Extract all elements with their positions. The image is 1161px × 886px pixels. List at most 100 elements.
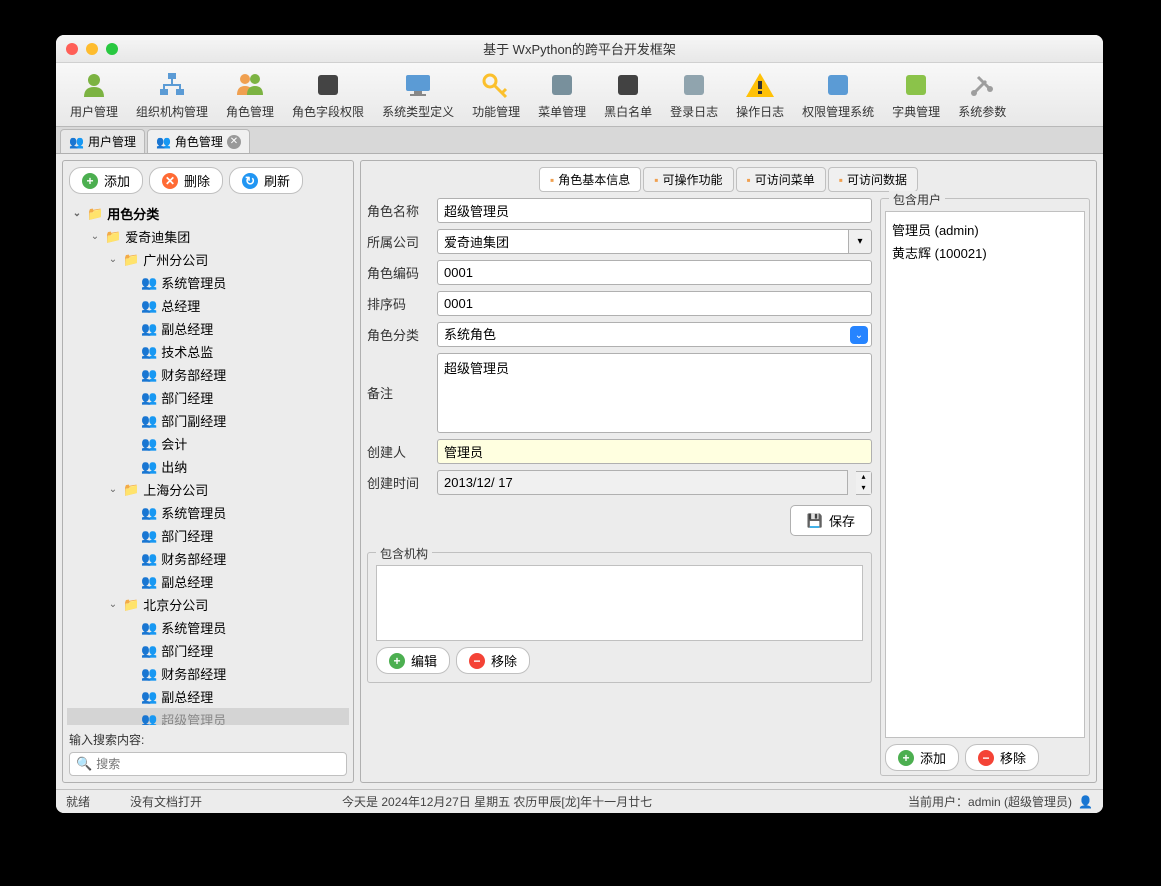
expander-icon[interactable]: ⌄ xyxy=(89,231,101,242)
tree-node[interactable]: ⌄📁北京分公司 xyxy=(67,593,349,616)
tree-node[interactable]: 👥部门经理 xyxy=(67,524,349,547)
toolbar-dict[interactable]: 字典管理 xyxy=(884,67,948,122)
tree-node[interactable]: 👥系统管理员 xyxy=(67,616,349,639)
tree-node[interactable]: 👥副总经理 xyxy=(67,570,349,593)
spin-down-icon[interactable]: ▾ xyxy=(856,483,871,494)
doc-tab[interactable]: 👥用户管理 xyxy=(60,129,145,153)
company-input[interactable] xyxy=(437,229,848,254)
people-icon: 👥 xyxy=(141,574,157,590)
subtab[interactable]: ▪可访问数据 xyxy=(828,167,918,192)
blacklist-icon xyxy=(612,69,644,101)
people-icon: 👥 xyxy=(141,344,157,360)
sort-code-label: 排序码 xyxy=(367,294,429,313)
tree-node[interactable]: ⌄📁用色分类 xyxy=(67,202,349,225)
toolbar-traffic[interactable]: 角色字段权限 xyxy=(284,67,372,122)
people-icon: 👥 xyxy=(141,298,157,314)
delete-button[interactable]: ✕删除 xyxy=(149,167,223,194)
tree-node[interactable]: 👥总经理 xyxy=(67,294,349,317)
doc-tab[interactable]: 👥角色管理✕ xyxy=(147,129,250,153)
org-icon xyxy=(156,69,188,101)
toolbar-keys[interactable]: 功能管理 xyxy=(464,67,528,122)
tree-node[interactable]: 👥部门经理 xyxy=(67,386,349,409)
tree-node[interactable]: 👥副总经理 xyxy=(67,317,349,340)
tree-node[interactable]: 👥超级管理员 xyxy=(67,708,349,725)
tree-node[interactable]: ⌄📁上海分公司 xyxy=(67,478,349,501)
expander-icon[interactable]: ⌄ xyxy=(71,208,83,219)
user-icon: 👤 xyxy=(1078,795,1093,809)
org-edit-button[interactable]: +编辑 xyxy=(376,647,450,674)
folder-icon: 📁 xyxy=(123,482,139,498)
subtab[interactable]: ▪可访问菜单 xyxy=(736,167,826,192)
remark-textarea[interactable]: 超级管理员 xyxy=(437,353,872,433)
toolbar-perm[interactable]: 权限管理系统 xyxy=(794,67,882,122)
toolbar-monitor[interactable]: 系统类型定义 xyxy=(374,67,462,122)
role-tree[interactable]: ⌄📁用色分类⌄📁爱奇迪集团⌄📁广州分公司👥系统管理员👥总经理👥副总经理👥技术总监… xyxy=(63,200,353,725)
user-list[interactable]: 管理员 (admin)黄志辉 (100021) xyxy=(885,211,1085,738)
subtab[interactable]: ▪可操作功能 xyxy=(643,167,733,192)
menu-icon xyxy=(546,69,578,101)
user-add-button[interactable]: +添加 xyxy=(885,744,959,771)
tree-node[interactable]: ⌄📁爱奇迪集团 xyxy=(67,225,349,248)
left-panel: +添加 ✕删除 ↻刷新 ⌄📁用色分类⌄📁爱奇迪集团⌄📁广州分公司👥系统管理员👥总… xyxy=(62,160,354,783)
tab-icon: ▪ xyxy=(654,173,658,187)
role-code-input[interactable] xyxy=(437,260,872,285)
toolbar-blacklist[interactable]: 黑白名单 xyxy=(596,67,660,122)
create-time-label: 创建时间 xyxy=(367,473,429,492)
toolbar-roles[interactable]: 角色管理 xyxy=(218,67,282,122)
people-icon: 👥 xyxy=(141,551,157,567)
date-spinner[interactable]: ▴▾ xyxy=(856,471,872,495)
dict-icon xyxy=(900,69,932,101)
toolbar-user[interactable]: 用户管理 xyxy=(62,67,126,122)
tree-node[interactable]: 👥财务部经理 xyxy=(67,662,349,685)
expander-icon[interactable]: ⌄ xyxy=(107,599,119,610)
monitor-icon xyxy=(402,69,434,101)
tree-node[interactable]: 👥财务部经理 xyxy=(67,363,349,386)
folder-icon: 📁 xyxy=(87,206,103,222)
people-icon: 👥 xyxy=(141,436,157,452)
people-icon: 👥 xyxy=(141,321,157,337)
toolbar-tools[interactable]: 系统参数 xyxy=(950,67,1014,122)
search-input[interactable] xyxy=(96,757,340,771)
company-label: 所属公司 xyxy=(367,232,429,251)
tree-node[interactable]: 👥财务部经理 xyxy=(67,547,349,570)
add-button[interactable]: +添加 xyxy=(69,167,143,194)
role-category-select[interactable]: 系统角色 xyxy=(437,322,872,347)
save-button[interactable]: 💾保存 xyxy=(790,505,872,536)
tree-node[interactable]: 👥副总经理 xyxy=(67,685,349,708)
plus-icon: + xyxy=(389,653,405,669)
user-remove-button[interactable]: −移除 xyxy=(965,744,1039,771)
search-area: 输入搜索内容: 🔍 xyxy=(63,725,353,782)
toolbar-log[interactable]: 登录日志 xyxy=(662,67,726,122)
org-list[interactable] xyxy=(376,565,863,641)
toolbar-menu[interactable]: 菜单管理 xyxy=(530,67,594,122)
tree-node[interactable]: 👥部门副经理 xyxy=(67,409,349,432)
search-label: 输入搜索内容: xyxy=(69,731,347,748)
expander-icon[interactable]: ⌄ xyxy=(107,484,119,495)
tree-node[interactable]: 👥技术总监 xyxy=(67,340,349,363)
org-remove-button[interactable]: −移除 xyxy=(456,647,530,674)
close-icon[interactable]: ✕ xyxy=(227,135,241,149)
keys-icon xyxy=(480,69,512,101)
tree-node[interactable]: 👥系统管理员 xyxy=(67,271,349,294)
tree-node[interactable]: 👥系统管理员 xyxy=(67,501,349,524)
user-list-item[interactable]: 黄志辉 (100021) xyxy=(892,241,1078,264)
subtab[interactable]: ▪角色基本信息 xyxy=(539,167,641,192)
tree-node[interactable]: 👥会计 xyxy=(67,432,349,455)
toolbar-warn[interactable]: 操作日志 xyxy=(728,67,792,122)
user-list-item[interactable]: 管理员 (admin) xyxy=(892,218,1078,241)
role-name-input[interactable] xyxy=(437,198,872,223)
sort-code-input[interactable] xyxy=(437,291,872,316)
tree-node[interactable]: 👥出纳 xyxy=(67,455,349,478)
app-window: 基于 WxPython的跨平台开发框架 用户管理组织机构管理角色管理角色字段权限… xyxy=(56,35,1103,813)
tree-node[interactable]: 👥部门经理 xyxy=(67,639,349,662)
traffic-icon xyxy=(312,69,344,101)
minus-icon: − xyxy=(469,653,485,669)
spin-up-icon[interactable]: ▴ xyxy=(856,472,871,483)
company-dropdown-button[interactable]: ▾ xyxy=(848,229,872,254)
log-icon xyxy=(678,69,710,101)
toolbar-org[interactable]: 组织机构管理 xyxy=(128,67,216,122)
expander-icon[interactable]: ⌄ xyxy=(107,254,119,265)
refresh-button[interactable]: ↻刷新 xyxy=(229,167,303,194)
tree-node[interactable]: ⌄📁广州分公司 xyxy=(67,248,349,271)
create-time-input[interactable] xyxy=(437,470,848,495)
